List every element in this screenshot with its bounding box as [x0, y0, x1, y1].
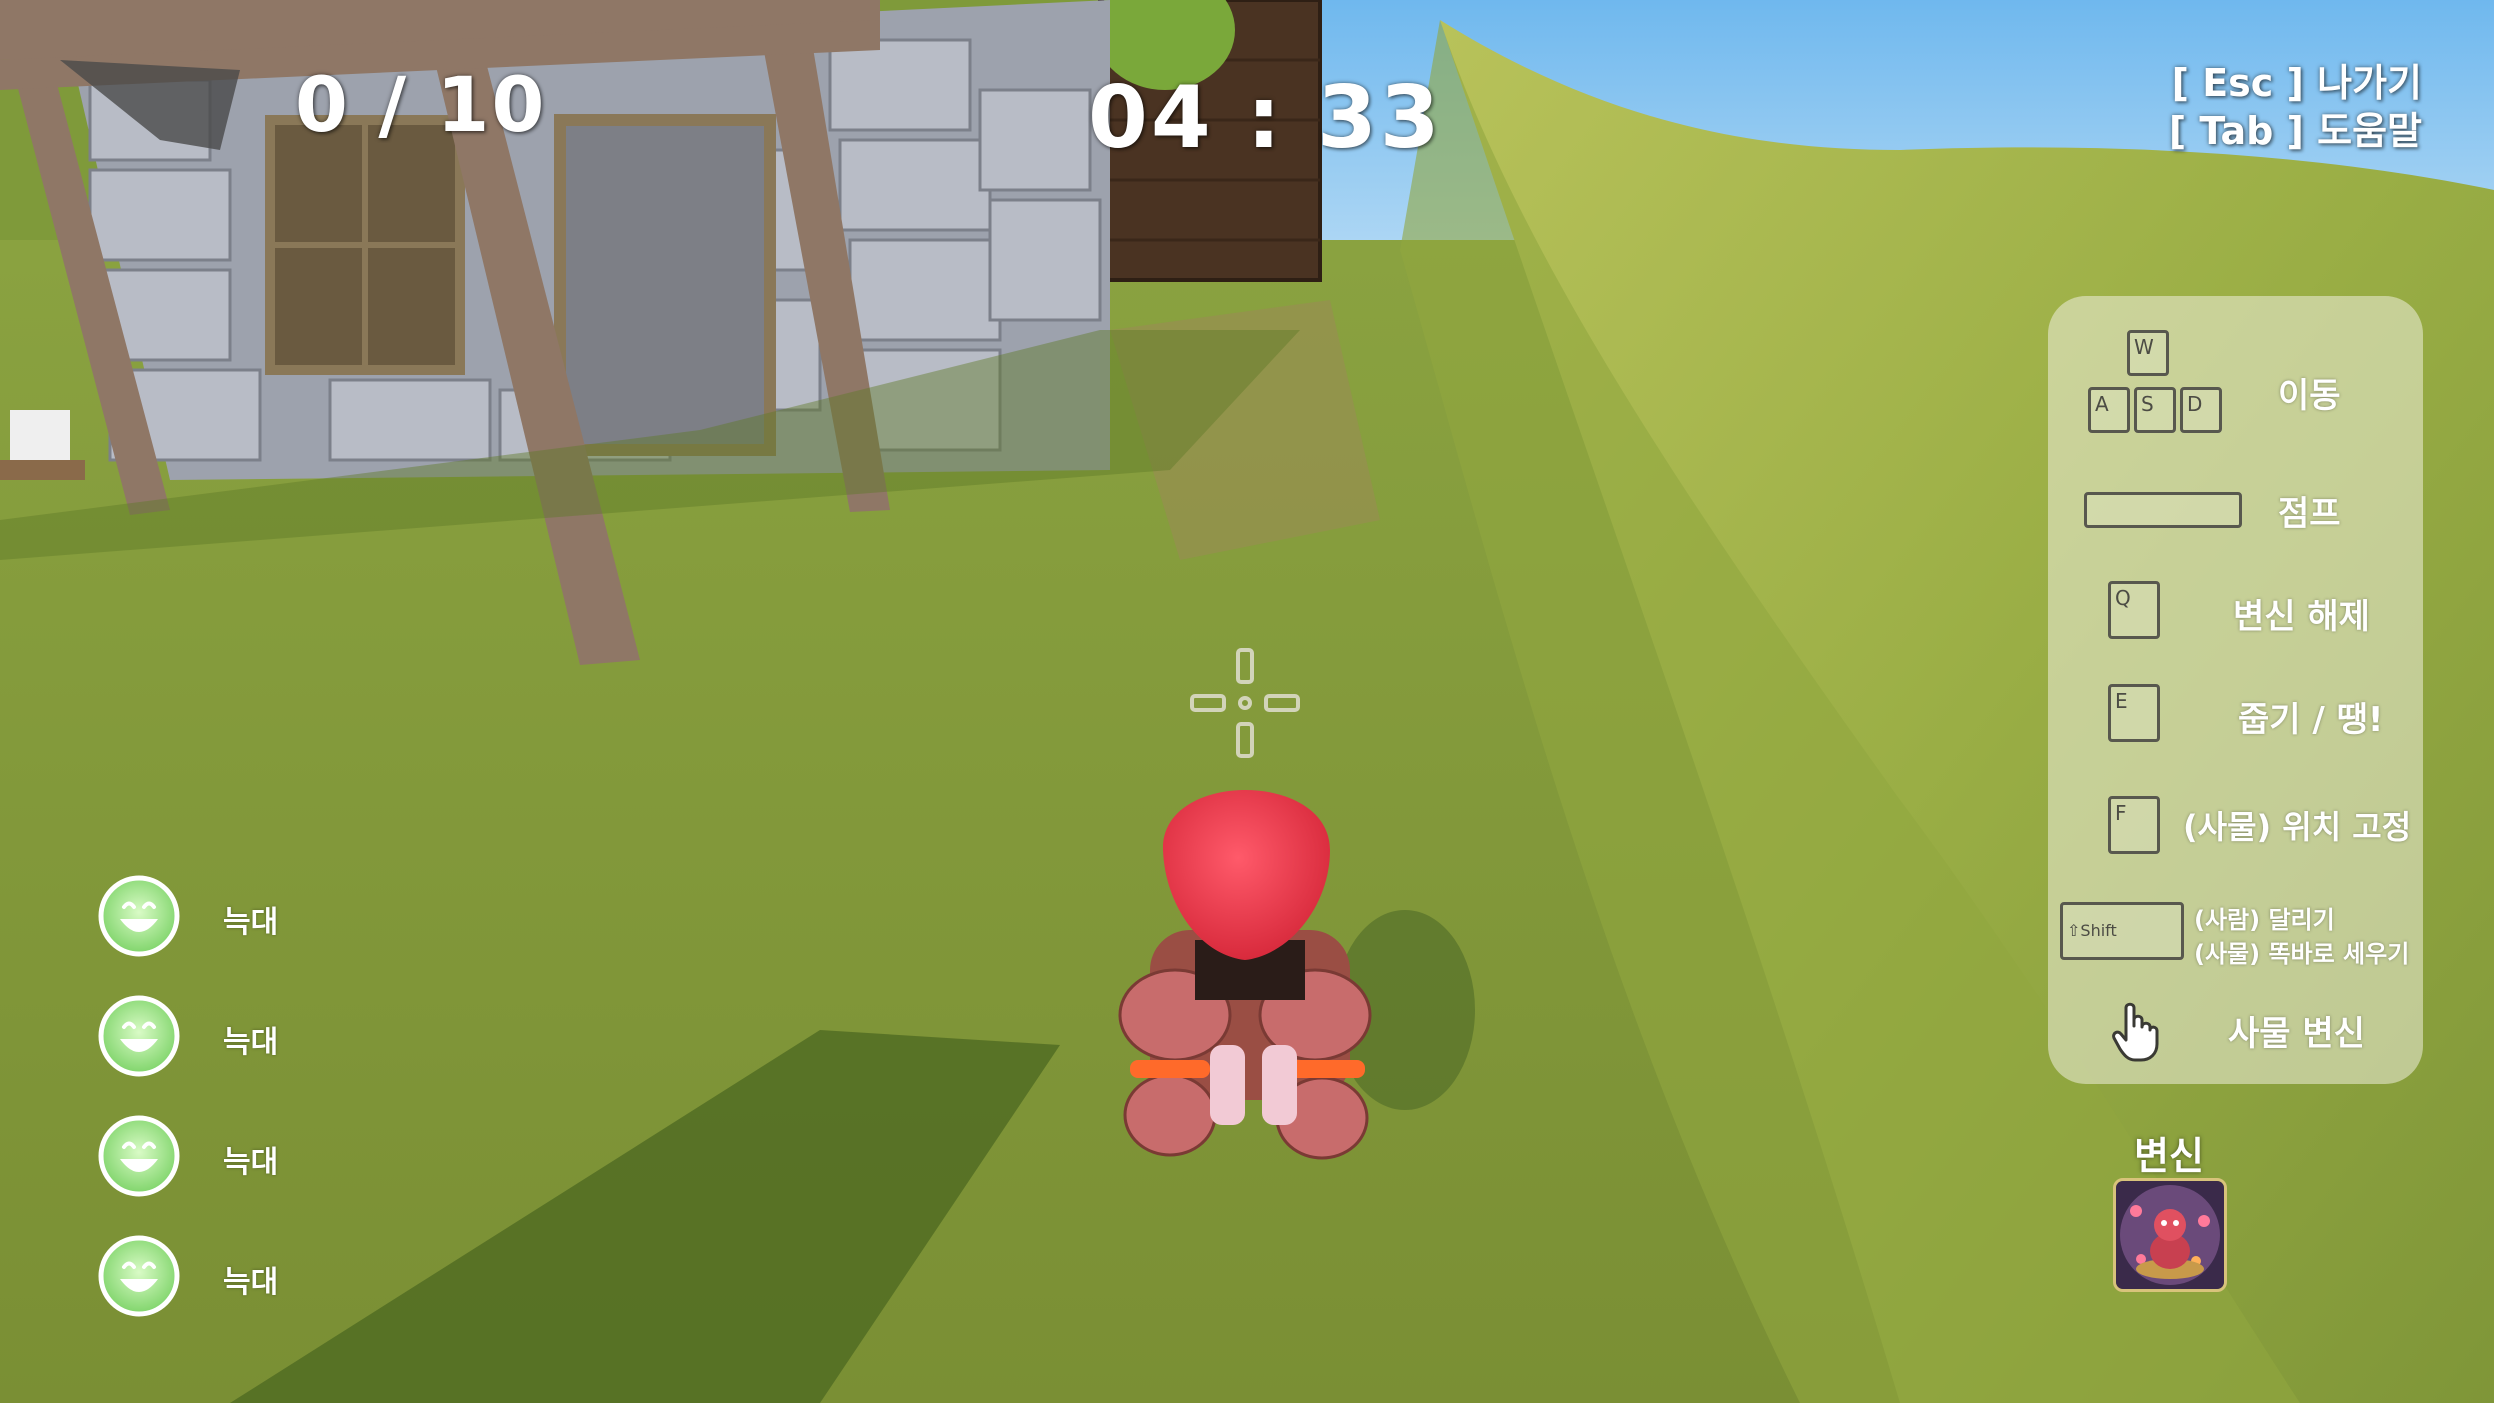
player-name: 늑대	[223, 1145, 279, 1180]
character-portrait-icon	[2116, 1181, 2224, 1289]
help-label-stand-upright: (사물) 똑바로 세우기	[2194, 940, 2410, 968]
help-label-move: 이동	[2278, 376, 2341, 416]
help-row-transform: 사물 변신	[2048, 996, 2423, 1066]
player-name: 늑대	[223, 1025, 279, 1060]
key-f: F	[2108, 796, 2160, 854]
help-label-untransform: 변신 해제	[2233, 597, 2370, 637]
hand-pointer-icon	[2112, 1002, 2159, 1062]
help-label-jump: 점프	[2278, 494, 2341, 534]
player-entry: 늑대	[98, 1115, 418, 1205]
crosshair-icon	[1190, 648, 1300, 758]
player-entry: 늑대	[98, 995, 418, 1085]
key-shift: ⇧Shift	[2060, 902, 2184, 960]
player-entry: 늑대	[98, 1235, 418, 1325]
smiley-icon	[98, 1115, 180, 1197]
tab-help-hint[interactable]: [ Tab ] 도움말	[2169, 100, 2422, 155]
key-space	[2084, 492, 2242, 528]
key-s: S	[2134, 387, 2176, 433]
help-row-move: W A S D 이동	[2048, 330, 2423, 440]
transform-label: 변신	[2134, 1134, 2204, 1178]
help-row-jump: 점프	[2048, 486, 2423, 546]
transform-preview-thumbnail[interactable]	[2113, 1178, 2227, 1292]
controls-help-panel: W A S D 이동 점프 Q 변신 해제 E 줍기 / 땡! F (사물) 위…	[2048, 296, 2423, 1084]
help-label-run: (사람) 달리기	[2194, 906, 2335, 934]
smiley-icon	[98, 1235, 180, 1317]
key-d: D	[2180, 387, 2222, 433]
smiley-icon	[98, 875, 180, 957]
help-row-shift: ⇧Shift (사람) 달리기 (사물) 똑바로 세우기	[2048, 900, 2423, 980]
help-label-fix: (사물) 위치 고정	[2183, 808, 2412, 846]
esc-exit-hint[interactable]: [ Esc ] 나가기	[2172, 52, 2422, 107]
help-row-grab: E 줍기 / 땡!	[2048, 684, 2423, 754]
key-e: E	[2108, 684, 2160, 742]
key-w: W	[2127, 330, 2169, 376]
round-timer: 04 : 33	[1088, 68, 1443, 168]
help-row-fix: F (사물) 위치 고정	[2048, 796, 2423, 866]
key-a: A	[2088, 387, 2130, 433]
smiley-icon	[98, 995, 180, 1077]
player-name: 늑대	[223, 1265, 279, 1300]
player-entry: 늑대	[98, 875, 418, 965]
key-q: Q	[2108, 581, 2160, 639]
help-label-transform: 사물 변신	[2228, 1014, 2365, 1054]
score-counter: 0 / 10	[295, 60, 547, 149]
player-name: 늑대	[223, 905, 279, 940]
help-label-grab: 줍기 / 땡!	[2238, 700, 2384, 740]
help-row-untransform: Q 변신 해제	[2048, 581, 2423, 651]
